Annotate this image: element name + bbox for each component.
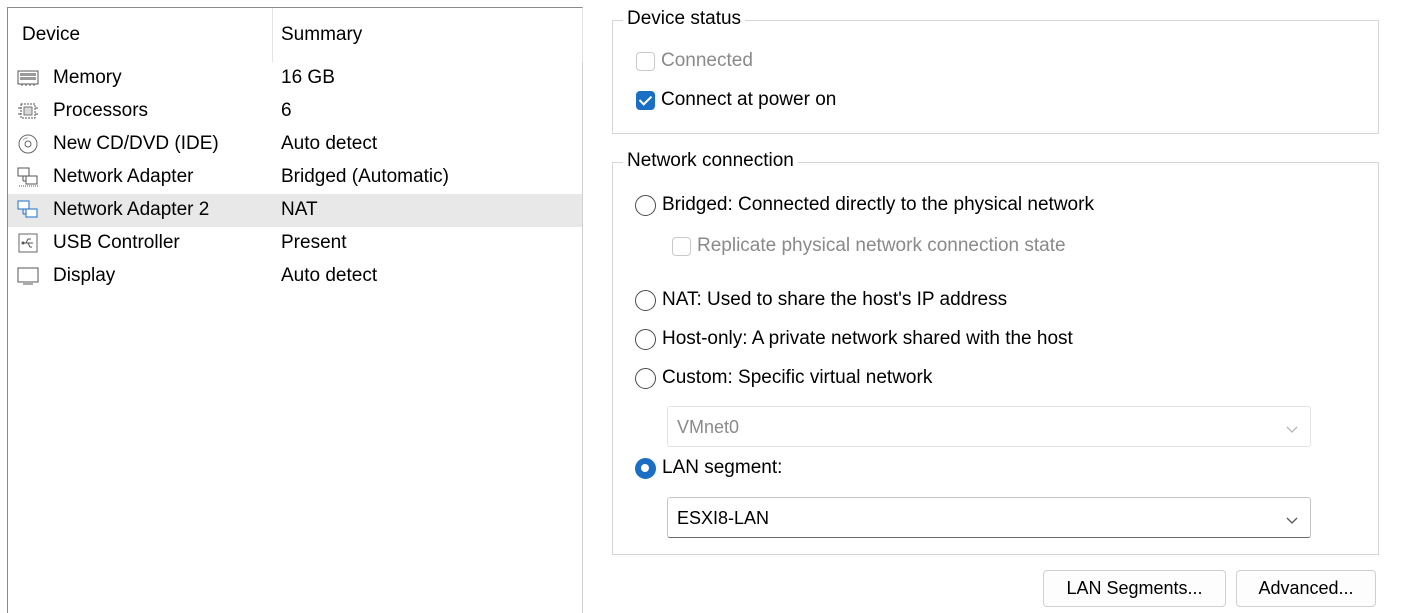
chevron-down-icon <box>1285 511 1299 525</box>
display-icon <box>17 266 39 286</box>
device-summary: Auto detect <box>281 265 378 286</box>
connected-label: Connected <box>661 50 753 71</box>
host-only-radio[interactable] <box>635 328 656 350</box>
replicate-checkbox-row[interactable]: Replicate physical network connection st… <box>672 235 1066 257</box>
device-name: USB Controller <box>53 232 180 253</box>
nat-radio-row[interactable]: NAT: Used to share the host's IP address <box>635 289 1007 311</box>
nat-radio[interactable] <box>635 289 656 311</box>
advanced-button[interactable]: Advanced... <box>1236 570 1376 607</box>
device-name: Display <box>53 265 116 286</box>
cd-dvd-icon <box>17 134 39 154</box>
device-name: Processors <box>53 100 149 121</box>
device-row-usb-controller[interactable]: USB Controller Present <box>8 227 582 260</box>
nat-label: NAT: Used to share the host's IP address <box>662 289 1008 310</box>
network-adapter-icon <box>17 167 39 187</box>
lan-segments-button[interactable]: LAN Segments... <box>1043 570 1226 607</box>
device-summary: NAT <box>281 199 318 220</box>
connect-at-power-on-row[interactable]: Connect at power on <box>636 89 836 111</box>
host-only-label: Host-only: A private network shared with… <box>662 328 1073 349</box>
device-summary: 16 GB <box>281 67 335 88</box>
chevron-down-icon <box>1285 420 1299 434</box>
device-summary: Present <box>281 232 347 253</box>
device-name: Network Adapter <box>53 166 194 187</box>
device-summary: 6 <box>281 100 292 121</box>
custom-radio[interactable] <box>635 367 656 389</box>
replicate-checkbox[interactable] <box>672 236 691 256</box>
lan-segment-label: LAN segment: <box>662 457 783 478</box>
column-header-summary[interactable]: Summary <box>281 24 362 46</box>
device-row-display[interactable]: Display Auto detect <box>8 260 582 293</box>
device-status-group: Device status <box>612 8 1379 134</box>
device-row-processors[interactable]: Processors 6 <box>8 95 582 128</box>
connect-at-power-on-checkbox[interactable] <box>636 90 655 110</box>
device-row-memory[interactable]: Memory 16 GB <box>8 62 582 95</box>
column-separator[interactable] <box>582 8 583 62</box>
custom-network-value: VMnet0 <box>677 417 740 437</box>
network-connection-title: Network connection <box>623 150 798 172</box>
device-name: Network Adapter 2 <box>53 199 210 220</box>
lan-segment-radio[interactable] <box>635 457 656 479</box>
lan-segment-value: ESXI8-LAN <box>677 508 770 528</box>
device-list-header: Device Summary <box>8 8 583 62</box>
device-summary: Auto detect <box>281 133 378 154</box>
bridged-radio-row[interactable]: Bridged: Connected directly to the physi… <box>635 194 1094 216</box>
connect-at-power-on-label: Connect at power on <box>661 89 837 110</box>
memory-icon <box>17 68 39 88</box>
column-header-device[interactable]: Device <box>22 24 80 46</box>
lan-segment-radio-row[interactable]: LAN segment: <box>635 457 782 479</box>
custom-radio-row[interactable]: Custom: Specific virtual network <box>635 367 932 389</box>
lan-segment-select[interactable]: ESXI8-LAN <box>667 497 1311 538</box>
host-only-radio-row[interactable]: Host-only: A private network shared with… <box>635 328 1073 350</box>
device-row-network-adapter-2[interactable]: Network Adapter 2 NAT <box>8 194 582 227</box>
custom-label: Custom: Specific virtual network <box>662 367 933 388</box>
usb-icon <box>17 233 39 253</box>
device-name: New CD/DVD (IDE) <box>53 133 219 154</box>
bridged-radio[interactable] <box>635 194 656 216</box>
replicate-label: Replicate physical network connection st… <box>697 235 1066 256</box>
network-adapter-icon <box>17 200 39 220</box>
device-list: Device Summary Memory 16 GB Processors 6… <box>7 7 583 613</box>
device-row-cd-dvd[interactable]: New CD/DVD (IDE) Auto detect <box>8 128 582 161</box>
column-separator[interactable] <box>272 8 273 62</box>
bridged-label: Bridged: Connected directly to the physi… <box>662 194 1094 215</box>
connected-checkbox-row[interactable]: Connected <box>636 50 753 72</box>
connected-checkbox[interactable] <box>636 51 655 71</box>
custom-network-select[interactable]: VMnet0 <box>667 406 1311 447</box>
processor-icon <box>17 101 39 121</box>
device-row-network-adapter[interactable]: Network Adapter Bridged (Automatic) <box>8 161 582 194</box>
device-summary: Bridged (Automatic) <box>281 166 449 187</box>
device-status-title: Device status <box>623 8 746 30</box>
device-name: Memory <box>53 67 122 88</box>
